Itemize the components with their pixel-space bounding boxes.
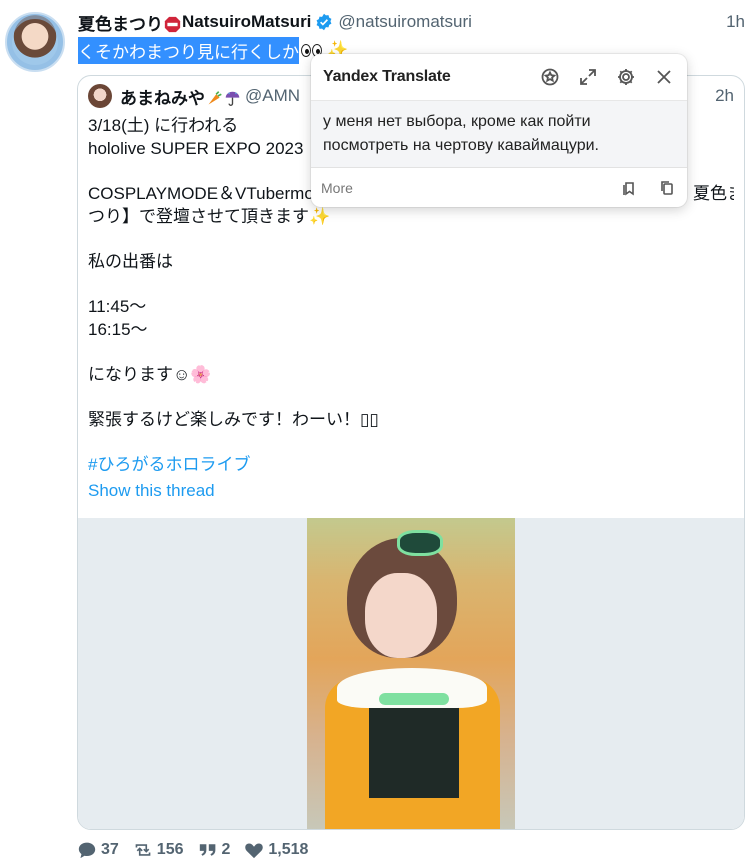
author-handle[interactable]: @natsuiromatsuri [338, 12, 471, 32]
reply-button[interactable]: 37 [77, 841, 119, 859]
verified-badge-icon [316, 13, 332, 31]
tweet-time[interactable]: 1h [726, 12, 745, 32]
retweet-icon [135, 844, 151, 856]
translate-popup-header: Yandex Translate [311, 54, 687, 101]
quoted-line: 私の出番は [88, 252, 173, 271]
quote-icon [199, 844, 215, 856]
tweet-actions: 37 156 2 1,518 [77, 839, 322, 861]
quoted-line: になります☺🌸 [88, 365, 212, 384]
like-count: 1,518 [268, 841, 309, 858]
selected-text[interactable]: くそかわまつり見に行くしか [78, 36, 299, 64]
hashtag-link[interactable]: #ひろがるホロライブ [88, 453, 734, 476]
show-thread-link[interactable]: Show this thread [88, 479, 734, 502]
reply-icon [78, 842, 96, 859]
retweet-count: 156 [156, 841, 184, 858]
cosplay-photo[interactable] [307, 518, 515, 829]
quoted-line: つり】で登壇させて頂きます✨ [88, 207, 331, 226]
author-name[interactable]: 夏色まつり [78, 10, 163, 35]
quoted-line: 11:45～ [88, 297, 147, 316]
tweet-text: くそかわまつり見に行くしか ✨ [78, 36, 348, 64]
close-icon[interactable] [653, 66, 675, 88]
translate-popup-footer: More [311, 168, 687, 207]
heart-icon [245, 843, 264, 859]
quoted-line: 緊張するけど楽しみです！わーい！▯▯ [88, 410, 379, 429]
quoted-line-overflow: 夏色ま [693, 184, 734, 203]
quote-count: 2 [221, 841, 231, 858]
expand-icon[interactable] [577, 66, 599, 88]
pin-icon[interactable] [539, 66, 561, 88]
carrot-icon [208, 90, 222, 104]
bookmark-icon[interactable] [619, 178, 639, 198]
translation-text: у меня нет выбора, кроме как пойти посмо… [311, 101, 687, 168]
gear-icon[interactable] [615, 66, 637, 88]
translate-popup: Yandex Translate у меня нет выбора, кром… [311, 54, 687, 207]
quote-tweet-button[interactable]: 2 [198, 841, 231, 859]
quoted-line: 16:15～ [88, 320, 148, 339]
retweet-button[interactable]: 156 [133, 841, 184, 859]
author-name-latin[interactable]: NatsuiroMatsuri [182, 12, 311, 32]
stop-sign-icon [164, 16, 181, 32]
author-avatar[interactable] [5, 12, 65, 72]
quoted-tweet-time: 2h [715, 86, 734, 105]
like-button[interactable]: 1,518 [244, 841, 308, 859]
copy-icon[interactable] [657, 178, 677, 198]
media-area [78, 518, 744, 829]
quoted-author-name: あまねみや [120, 88, 205, 108]
translate-popup-title: Yandex Translate [323, 68, 451, 85]
tweet-header: 夏色まつり NatsuiroMatsuri @natsuiromatsuri 1… [78, 10, 745, 35]
umbrella-icon [225, 91, 240, 106]
quoted-author-avatar [88, 84, 112, 108]
quoted-author-handle: @AMN [245, 86, 301, 105]
reply-count: 37 [101, 841, 119, 858]
more-link[interactable]: More [321, 180, 353, 196]
